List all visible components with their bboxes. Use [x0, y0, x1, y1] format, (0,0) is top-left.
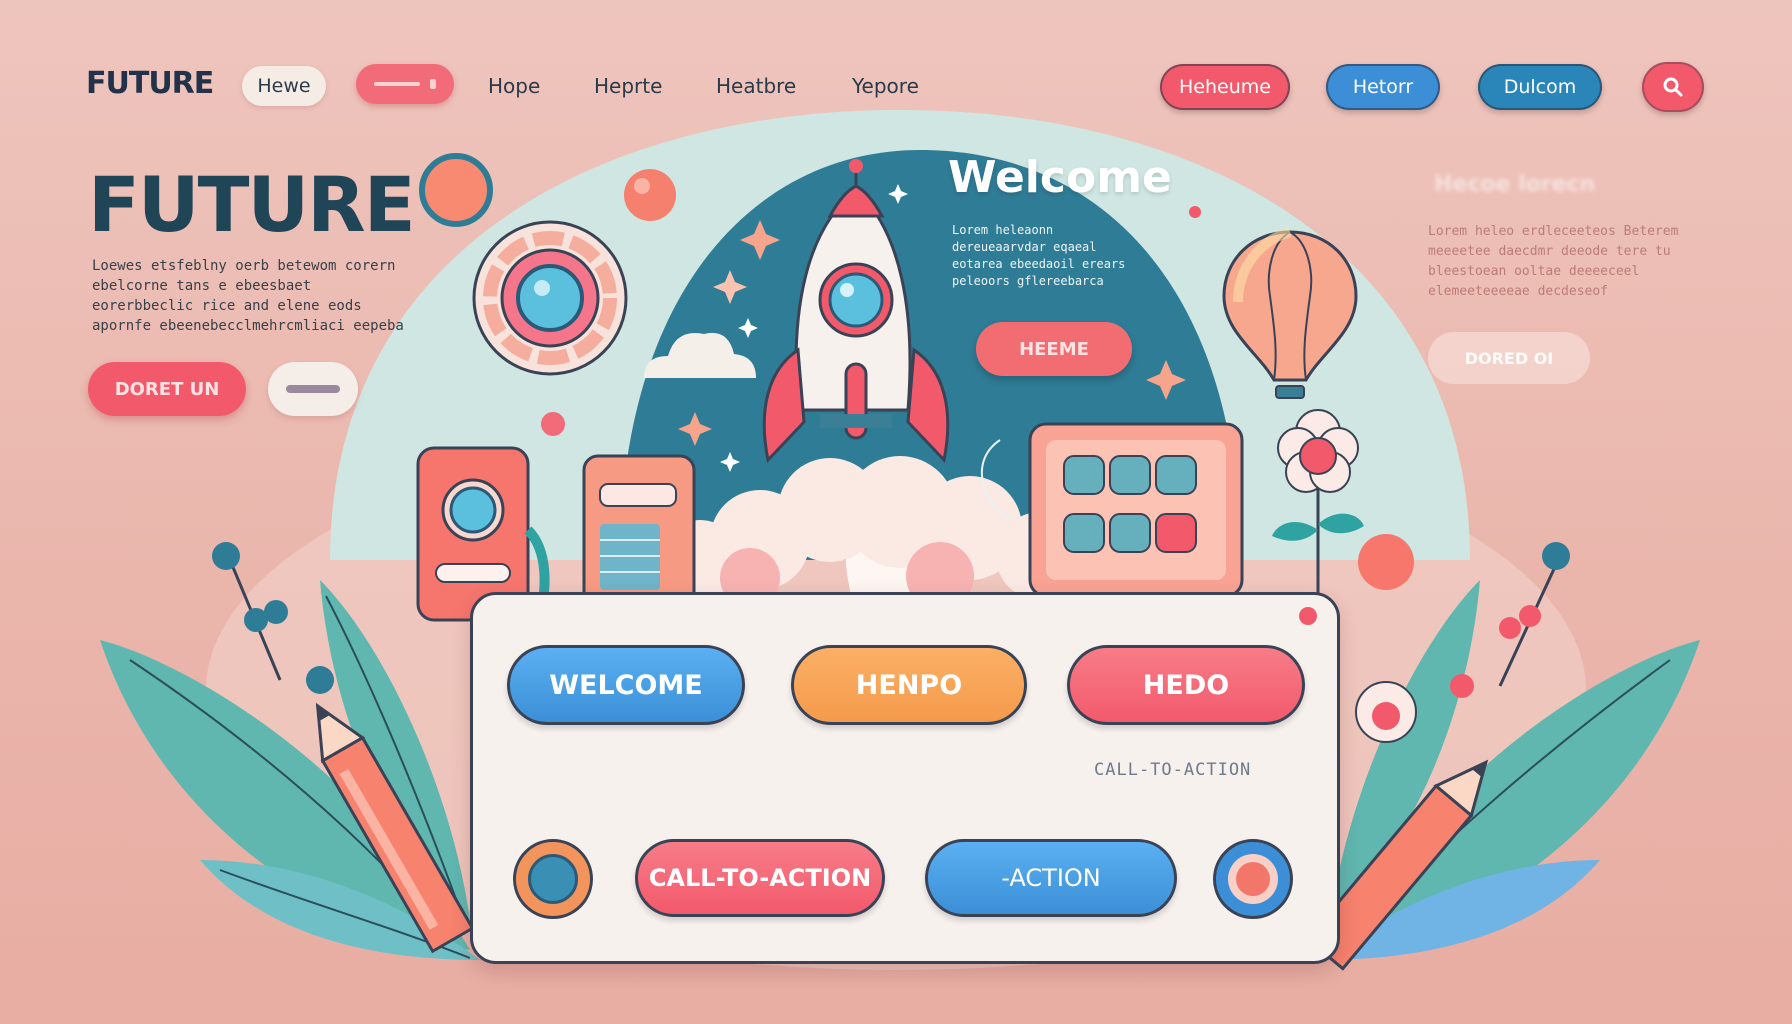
panel-button-label: HENPO — [855, 669, 963, 701]
ghost-title: Hecoe lorecn — [1434, 172, 1596, 197]
panel-button-label: HEDO — [1142, 669, 1230, 701]
hero-description: Loewes etsfeblny oerb betewom corern ebe… — [92, 258, 404, 334]
hero-secondary-button[interactable] — [268, 362, 358, 416]
welcome-title: Welcome — [948, 152, 1172, 203]
nav-placeholder-line — [374, 82, 420, 86]
nav-item-hope[interactable]: Hope — [488, 74, 540, 98]
ghost-button-label: DORED OI — [1464, 348, 1554, 368]
panel-button-label: -ACTION — [1001, 864, 1101, 892]
search-button[interactable] — [1642, 62, 1704, 112]
action-button[interactable]: -ACTION — [925, 839, 1177, 917]
record-circle-button[interactable] — [1213, 839, 1293, 919]
header-button-label: Dulcom — [1503, 76, 1577, 98]
nav-item-yepore[interactable]: Yepore — [852, 74, 919, 98]
panel-close-dot[interactable] — [1299, 607, 1317, 625]
nav-item-heprte[interactable]: Heprte — [594, 74, 662, 98]
hero-primary-label: DORET UN — [114, 378, 220, 400]
hedo-panel-button[interactable]: HEDO — [1067, 645, 1305, 725]
panel-button-label: WELCOME — [549, 669, 703, 701]
hero-title: FUTURE — [88, 160, 416, 249]
welcome-button-label: HEEME — [1019, 338, 1089, 360]
hero-primary-button[interactable]: DORET UN — [88, 362, 246, 416]
record-icon — [1228, 854, 1278, 904]
call-to-action-caption: CALL-TO-ACTION — [1094, 760, 1252, 780]
circle-toggle-button[interactable] — [513, 839, 593, 919]
panel-button-label: CALL-TO-ACTION — [648, 864, 872, 892]
call-to-action-button[interactable]: CALL-TO-ACTION — [635, 839, 885, 917]
brand-logo[interactable]: FUTURE — [86, 66, 214, 101]
henpo-panel-button[interactable]: HENPO — [791, 645, 1027, 725]
welcome-button[interactable]: HEEME — [976, 322, 1132, 376]
nav-item-heatbre[interactable]: Heatbre — [716, 74, 796, 98]
nav-item-label: Hewe — [257, 75, 311, 97]
header-button-label: Heheume — [1179, 76, 1271, 98]
button-placeholder-bar — [286, 385, 340, 393]
nav-item-hewe[interactable]: Hewe — [242, 66, 326, 106]
header-button-hetorr[interactable]: Hetorr — [1326, 64, 1440, 110]
nav-placeholder-dot — [430, 79, 436, 89]
welcome-description: Lorem heleaonn dereueaarvdar eqaeal eota… — [952, 223, 1126, 288]
search-icon — [1663, 77, 1683, 97]
header-button-heheume[interactable]: Heheume — [1160, 64, 1290, 110]
header-button-dulcom[interactable]: Dulcom — [1478, 64, 1602, 110]
toggle-knob-icon — [528, 854, 578, 904]
nav-item-active[interactable] — [356, 64, 454, 104]
ghost-button[interactable]: DORED OI — [1428, 332, 1590, 384]
header-button-label: Hetorr — [1352, 76, 1414, 98]
welcome-panel-button[interactable]: WELCOME — [507, 645, 745, 725]
ghost-description: Lorem heleo erdleceeteos Beterem meeeete… — [1428, 224, 1679, 299]
